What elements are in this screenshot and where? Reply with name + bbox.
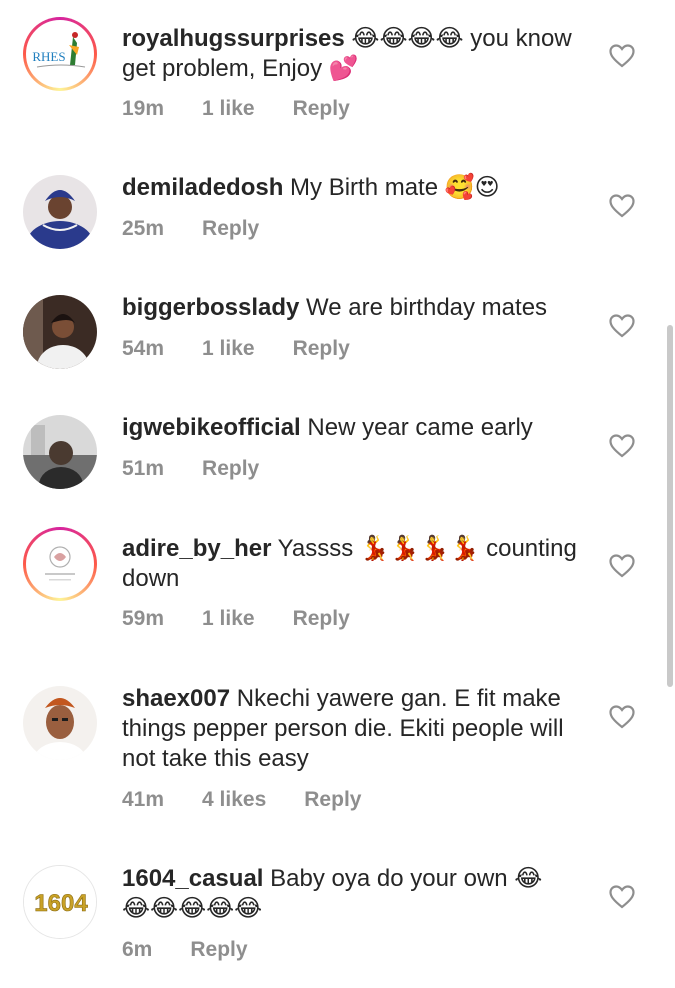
heart-outline-icon[interactable] xyxy=(609,554,635,578)
reply-button[interactable]: Reply xyxy=(293,337,350,361)
heart-outline-icon[interactable] xyxy=(609,885,635,909)
comment-time: 59m xyxy=(122,607,165,630)
avatar[interactable] xyxy=(23,295,97,369)
comment-time: 25m xyxy=(122,217,165,240)
avatar[interactable] xyxy=(23,527,97,601)
reply-button[interactable]: Reply xyxy=(293,97,350,121)
profile-photo xyxy=(23,175,97,249)
heart-outline-icon[interactable] xyxy=(609,705,635,729)
heart-outline-icon[interactable] xyxy=(609,194,635,218)
profile-logo: 1604 xyxy=(24,866,96,938)
comment-text: royalhugssurprises 😂😂😂😂 you know get pro… xyxy=(122,24,577,84)
comment-time: 6m xyxy=(122,938,153,961)
comment-likes[interactable]: 1 like xyxy=(202,337,255,361)
comment-username[interactable]: demiladedosh xyxy=(122,174,283,201)
comment-meta: 19m 1 like Reply xyxy=(122,97,350,121)
comment-likes[interactable]: 1 like xyxy=(202,607,255,631)
comment-time: 19m xyxy=(122,97,165,120)
rhes-logo-icon: RHES xyxy=(29,23,91,85)
comment-meta: 54m 1 like Reply xyxy=(122,337,350,361)
comment-meta: 25m Reply xyxy=(122,217,259,241)
comment-likes[interactable]: 4 likes xyxy=(202,788,266,812)
comment-text: biggerbosslady We are birthday mates xyxy=(122,293,577,323)
heart-outline-icon[interactable] xyxy=(609,314,635,338)
adire-logo-icon xyxy=(29,533,91,595)
comment-username[interactable]: igwebikeofficial xyxy=(122,414,301,441)
comment-text: shaex007 Nkechi yawere gan. E fit make t… xyxy=(122,684,577,774)
avatar[interactable] xyxy=(23,415,97,489)
comment-meta: 6m Reply xyxy=(122,938,248,962)
profile-photo xyxy=(23,295,97,369)
avatar[interactable]: 1604 xyxy=(23,865,97,939)
avatar[interactable] xyxy=(23,175,97,249)
comment-time: 51m xyxy=(122,457,165,480)
comment-username[interactable]: royalhugssurprises xyxy=(122,25,345,52)
avatar[interactable]: RHES xyxy=(23,17,97,91)
comment-text: 1604_casual Baby oya do your own 😂 😂😂😂😂😂 xyxy=(122,864,577,924)
profile-photo xyxy=(23,686,97,760)
comment-meta: 59m 1 like Reply xyxy=(122,607,350,631)
comment-text: igwebikeofficial New year came early xyxy=(122,413,577,443)
comment-meta: 41m 4 likes Reply xyxy=(122,788,361,812)
comment-body: We are birthday mates xyxy=(299,294,548,321)
comment-username[interactable]: adire_by_her xyxy=(122,535,271,562)
avatar[interactable] xyxy=(23,686,97,760)
profile-photo xyxy=(23,415,97,489)
comment-username[interactable]: shaex007 xyxy=(122,685,230,712)
avatar-logo-text: 1604 xyxy=(34,890,88,917)
reply-button[interactable]: Reply xyxy=(202,217,259,241)
comment-body: My Birth mate 🥰😍 xyxy=(283,174,500,201)
comment-time: 41m xyxy=(122,788,165,811)
reply-button[interactable]: Reply xyxy=(190,938,247,962)
comment-body: New year came early xyxy=(300,414,533,441)
heart-outline-icon[interactable] xyxy=(609,44,635,68)
reply-button[interactable]: Reply xyxy=(202,457,259,481)
reply-button[interactable]: Reply xyxy=(304,788,361,812)
comment-username[interactable]: biggerbosslady xyxy=(122,294,299,321)
comment-text: demiladedosh My Birth mate 🥰😍 xyxy=(122,173,577,203)
comment-time: 54m xyxy=(122,337,165,360)
scrollbar[interactable] xyxy=(667,325,673,687)
comment-text: adire_by_her Yassss 💃💃💃💃 counting down xyxy=(122,534,577,594)
comment-meta: 51m Reply xyxy=(122,457,259,481)
comment-username[interactable]: 1604_casual xyxy=(122,865,263,892)
heart-outline-icon[interactable] xyxy=(609,434,635,458)
comment-likes[interactable]: 1 like xyxy=(202,97,255,121)
rhes-logo-text: RHES xyxy=(32,49,65,64)
reply-button[interactable]: Reply xyxy=(293,607,350,631)
